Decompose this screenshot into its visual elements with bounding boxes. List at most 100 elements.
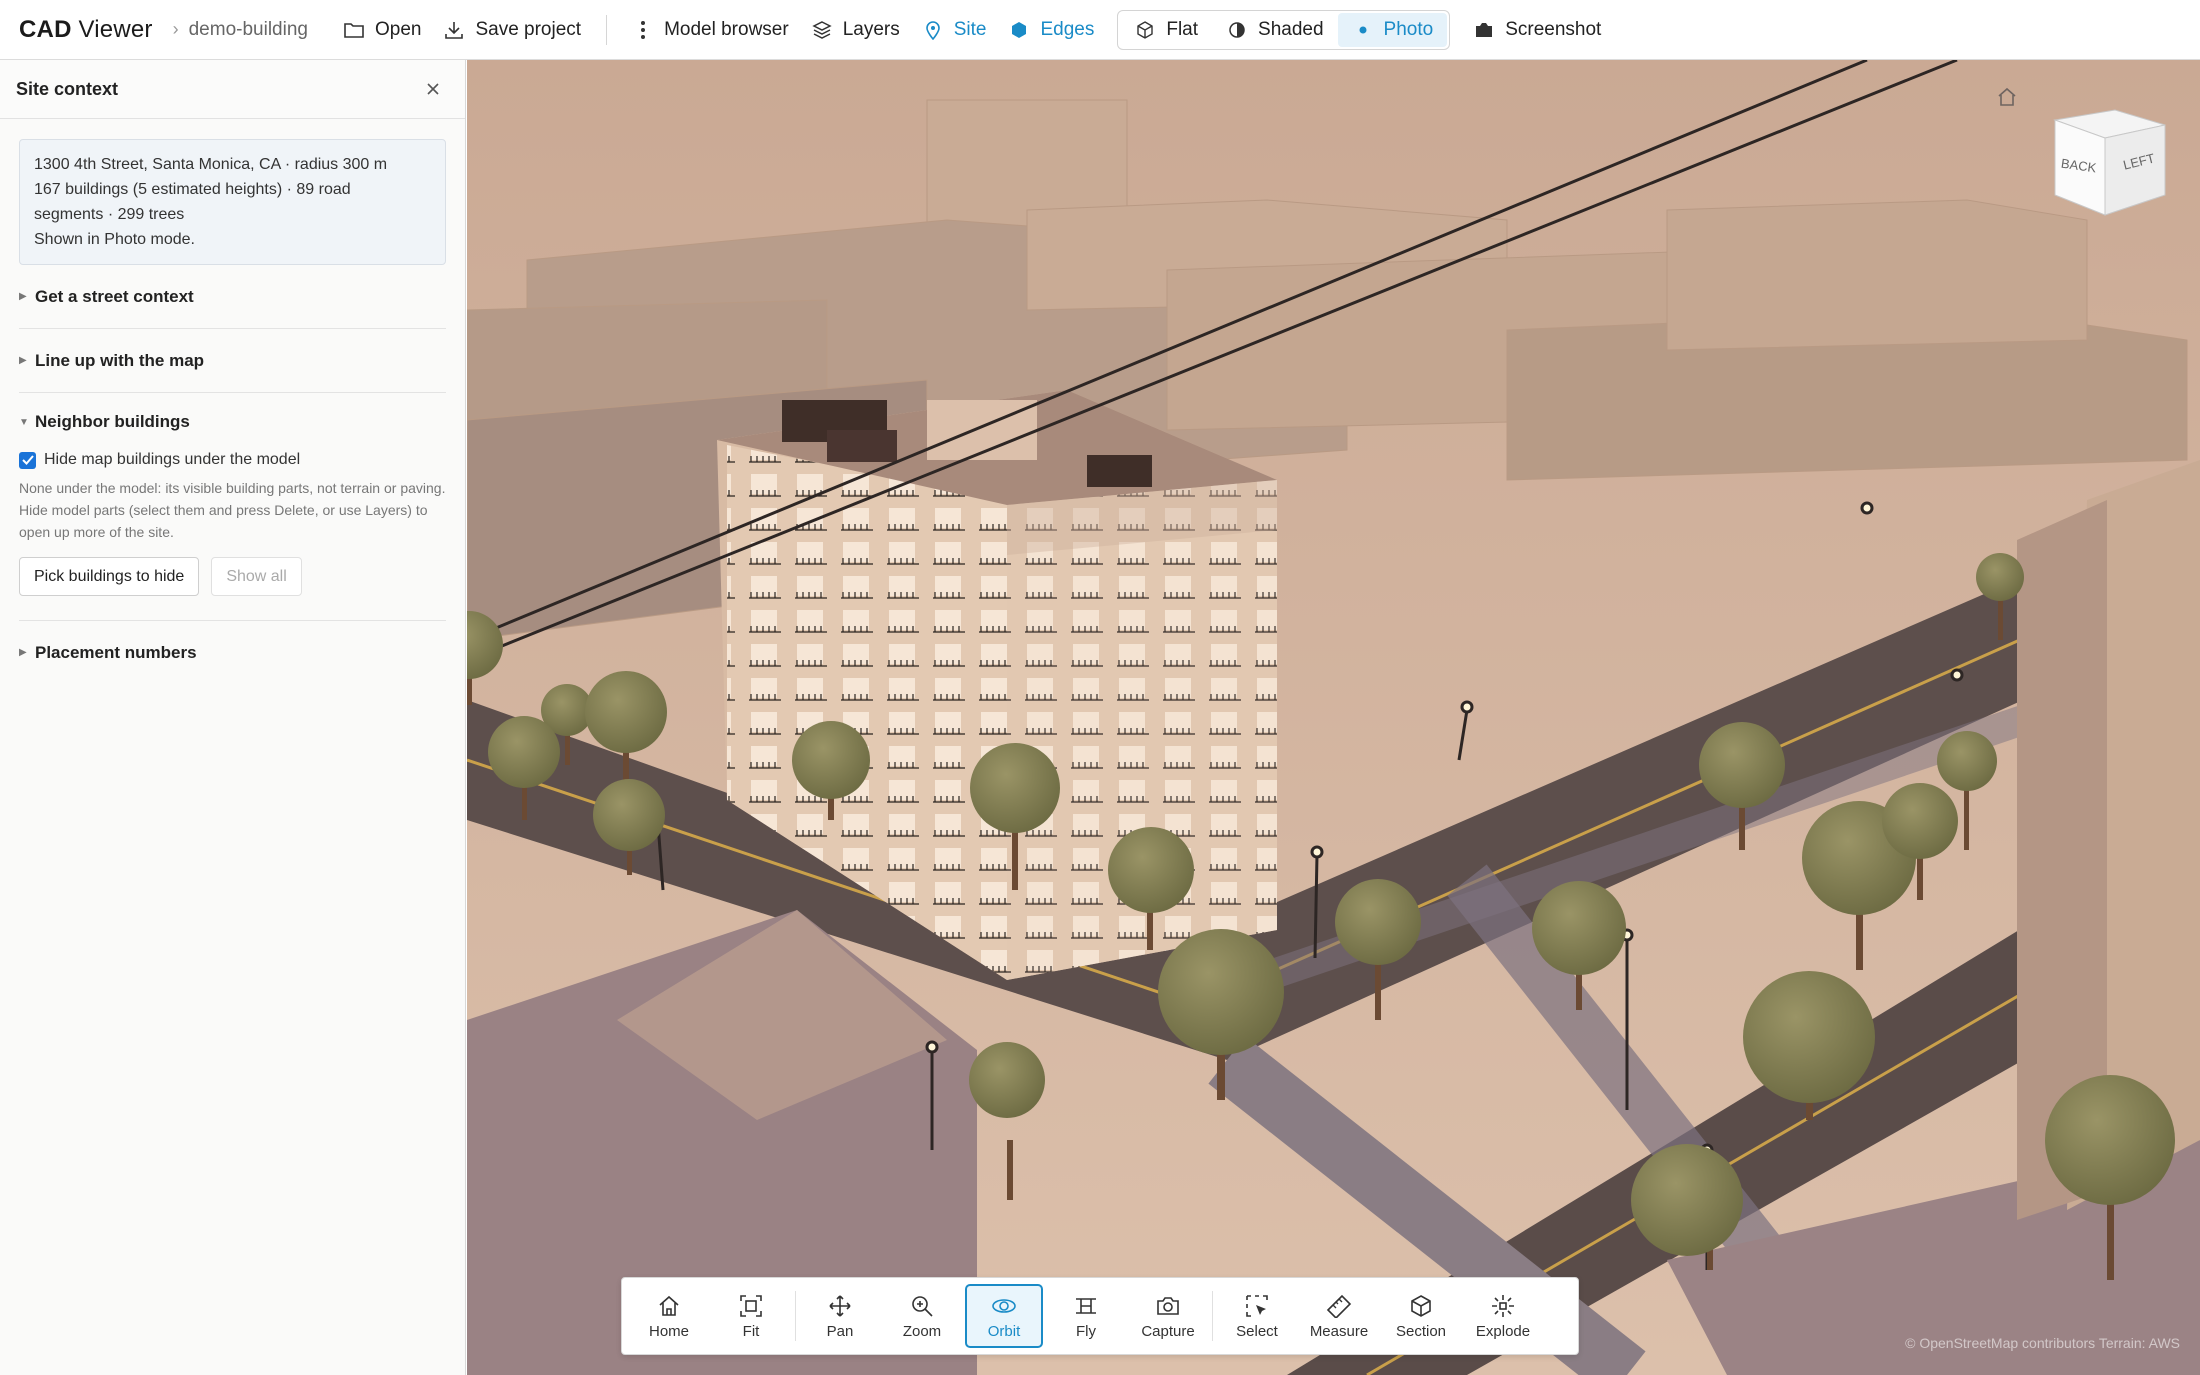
render-flat-label: Flat <box>1166 18 1199 40</box>
home-icon <box>655 1292 683 1320</box>
edges-button[interactable]: Edges <box>997 10 1105 50</box>
layers-icon <box>811 19 833 41</box>
hide-buildings-row: Hide map buildings under the model <box>19 451 446 469</box>
pick-buildings-button[interactable]: Pick buildings to hide <box>19 557 200 596</box>
section-street-header[interactable]: ▶ Get a street context <box>19 265 446 328</box>
screenshot-button[interactable]: Screenshot <box>1462 10 1612 50</box>
caret-right-icon: ▶ <box>19 291 27 302</box>
tools-divider <box>1212 1291 1213 1341</box>
select-icon <box>1243 1292 1271 1320</box>
section-line-up: ▶ Line up with the map <box>19 329 446 393</box>
tool-select-label: Select <box>1236 1323 1278 1340</box>
site-context-panel: Site context 1300 4th Street, Santa Moni… <box>0 60 466 1375</box>
caret-right-icon: ▶ <box>19 355 27 366</box>
close-icon[interactable] <box>421 77 445 101</box>
section-street-context: ▶ Get a street context <box>19 265 446 329</box>
site-label: Site <box>953 18 987 40</box>
site-button[interactable]: Site <box>911 10 998 50</box>
ruler-icon <box>1325 1292 1353 1320</box>
half-circle-icon <box>1226 19 1248 41</box>
tool-fit-label: Fit <box>742 1323 760 1340</box>
save-label: Save project <box>475 18 582 40</box>
3d-viewport[interactable]: BACK LEFT © OpenStreetMap contributors T… <box>467 60 2200 1375</box>
tool-pan-label: Pan <box>826 1323 854 1340</box>
pan-icon <box>826 1292 854 1320</box>
tool-orbit-label: Orbit <box>987 1323 1021 1340</box>
edges-icon <box>1008 19 1030 41</box>
folder-icon <box>343 19 365 41</box>
section-placement-numbers: ▶ Placement numbers <box>19 621 446 684</box>
breadcrumb-separator: › <box>172 19 179 39</box>
tool-fit[interactable]: Fit <box>712 1284 790 1348</box>
section-street-label: Get a street context <box>35 286 194 306</box>
render-mode-toggle: Flat Shaded Photo <box>1117 9 1451 50</box>
caret-right-icon: ▶ <box>19 647 27 658</box>
camera-icon <box>1154 1292 1182 1320</box>
tool-fly[interactable]: Fly <box>1047 1284 1125 1348</box>
panel-header: Site context <box>0 60 465 119</box>
explode-icon <box>1489 1292 1517 1320</box>
site-address: 1300 4th Street, Santa Monica, CA · radi… <box>34 156 388 173</box>
site-mode-note: Shown in Photo mode. <box>34 231 195 248</box>
render-shaded-button[interactable]: Shaded <box>1212 13 1338 47</box>
tool-explode[interactable]: Explode <box>1464 1284 1542 1348</box>
orbit-icon <box>990 1292 1018 1320</box>
open-button[interactable]: Open <box>332 10 432 50</box>
scene-render <box>467 60 2200 1375</box>
fly-icon <box>1072 1292 1100 1320</box>
app-title: CAD Viewer <box>19 15 153 43</box>
site-counts: 167 buildings (5 estimated heights) · 89… <box>34 181 351 198</box>
render-photo-label: Photo <box>1383 18 1434 40</box>
map-attribution: © OpenStreetMap contributors Terrain: AW… <box>1905 1335 2180 1351</box>
model-browser-button[interactable]: Model browser <box>621 10 800 50</box>
tool-zoom[interactable]: Zoom <box>883 1284 961 1348</box>
section-lineup-header[interactable]: ▶ Line up with the map <box>19 329 446 392</box>
layers-button[interactable]: Layers <box>800 10 911 50</box>
open-label: Open <box>374 18 422 40</box>
save-project-button[interactable]: Save project <box>432 10 592 50</box>
view-home-icon[interactable] <box>1996 86 2020 110</box>
tool-capture[interactable]: Capture <box>1129 1284 1207 1348</box>
section-placement-header[interactable]: ▶ Placement numbers <box>19 621 446 684</box>
neighbors-hint: None under the model: its visible buildi… <box>19 480 446 540</box>
site-counts-cont: segments · 299 trees <box>34 206 185 223</box>
tool-home-label: Home <box>648 1323 689 1340</box>
show-all-button[interactable]: Show all <box>211 557 302 596</box>
tool-section[interactable]: Section <box>1382 1284 1460 1348</box>
hide-buildings-label: Hide map buildings under the model <box>44 451 301 468</box>
tools-divider <box>795 1291 796 1341</box>
hide-buildings-checkbox[interactable] <box>19 451 36 469</box>
tool-orbit[interactable]: Orbit <box>965 1284 1043 1348</box>
project-name: demo-building <box>188 18 308 40</box>
panel-title: Site context <box>16 78 119 99</box>
tool-home[interactable]: Home <box>630 1284 708 1348</box>
tool-fly-label: Fly <box>1076 1323 1096 1340</box>
section-neighbor-buildings: ▼ Neighbor buildings Hide map buildings … <box>19 393 446 621</box>
section-lineup-label: Line up with the map <box>35 350 205 370</box>
site-summary: 1300 4th Street, Santa Monica, CA · radi… <box>19 139 446 265</box>
view-cube[interactable]: BACK LEFT <box>2035 100 2185 220</box>
top-toolbar: CAD Viewer › demo-building Open Save pro… <box>0 0 2200 60</box>
render-flat-button[interactable]: Flat <box>1120 13 1212 47</box>
edges-label: Edges <box>1040 18 1095 40</box>
zoom-icon <box>908 1292 936 1320</box>
tool-pan[interactable]: Pan <box>801 1284 879 1348</box>
tool-capture-label: Capture <box>1141 1323 1195 1340</box>
tool-measure[interactable]: Measure <box>1300 1284 1378 1348</box>
toolbar-divider <box>606 14 608 45</box>
caret-down-icon: ▼ <box>19 416 29 428</box>
tool-select[interactable]: Select <box>1218 1284 1296 1348</box>
render-photo-button[interactable]: Photo <box>1337 12 1448 47</box>
map-pin-icon <box>922 19 944 41</box>
tool-measure-label: Measure <box>1309 1323 1369 1340</box>
download-icon <box>443 19 465 41</box>
screenshot-label: Screenshot <box>1505 18 1602 40</box>
cube-icon <box>1134 19 1156 41</box>
camera-icon <box>1473 19 1495 41</box>
render-shaded-label: Shaded <box>1258 18 1324 40</box>
fit-icon <box>737 1292 765 1320</box>
tool-zoom-label: Zoom <box>902 1323 942 1340</box>
section-neighbors-label: Neighbor buildings <box>35 412 190 431</box>
section-placement-label: Placement numbers <box>35 642 197 662</box>
section-neighbors-header[interactable]: ▼ Neighbor buildings <box>19 393 446 451</box>
